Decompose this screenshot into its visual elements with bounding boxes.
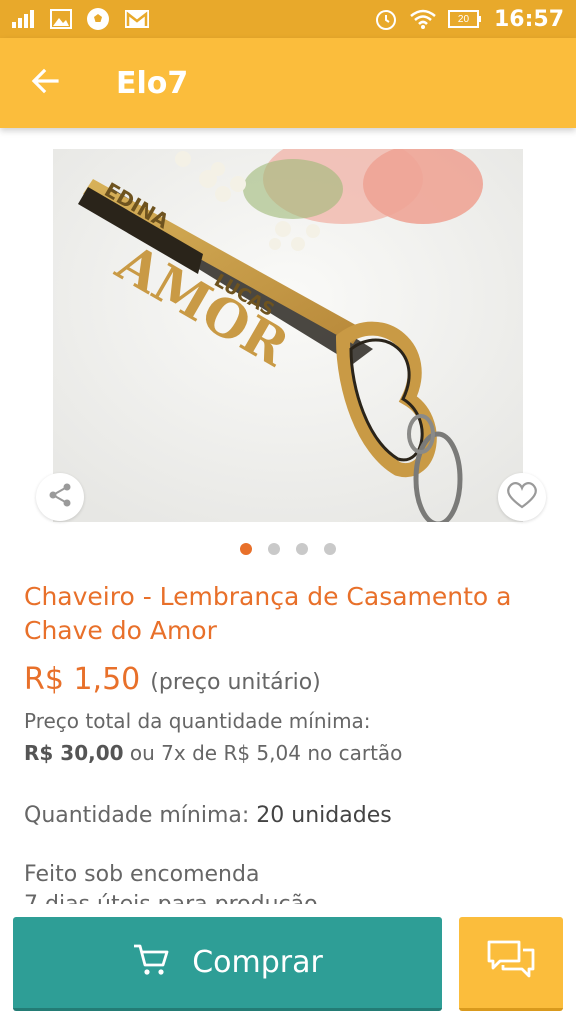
back-button[interactable] bbox=[0, 38, 90, 128]
installments-text: ou 7x de R$ 5,04 no cartão bbox=[129, 741, 403, 765]
carousel-dot-3[interactable] bbox=[296, 543, 308, 555]
product-info: Chaveiro - Lembrança de Casamento a Chav… bbox=[24, 580, 554, 920]
share-button[interactable] bbox=[36, 473, 84, 521]
favorite-button[interactable] bbox=[498, 473, 546, 521]
product-image[interactable]: AMOR EDINA LUCAS bbox=[53, 149, 523, 522]
total-price-label: Preço total da quantidade mínima: bbox=[24, 709, 371, 733]
cart-icon bbox=[132, 943, 170, 982]
battery-icon: 20 bbox=[447, 10, 482, 28]
gmail-icon bbox=[124, 9, 150, 29]
carousel-indicator bbox=[0, 543, 576, 555]
signal-icon bbox=[12, 10, 36, 28]
carousel-dot-2[interactable] bbox=[268, 543, 280, 555]
battery-level: 20 bbox=[457, 13, 470, 25]
chat-icon bbox=[486, 939, 536, 986]
share-icon bbox=[47, 482, 73, 513]
unit-price: R$ 1,50 bbox=[24, 662, 141, 697]
status-bar: 20 16:57 bbox=[0, 0, 576, 38]
status-time: 16:57 bbox=[493, 6, 564, 32]
heart-outline-icon bbox=[506, 481, 538, 514]
product-title: Chaveiro - Lembrança de Casamento a Chav… bbox=[24, 582, 512, 645]
minimum-quantity: Quantidade mínima: 20 unidades bbox=[24, 803, 554, 828]
minimum-quantity-value: 20 unidades bbox=[256, 803, 392, 828]
soccer-ball-icon bbox=[86, 7, 110, 31]
bottom-action-bar: Comprar bbox=[0, 904, 576, 1024]
price-row: R$ 1,50 (preço unitário) bbox=[24, 662, 554, 697]
unit-price-note: (preço unitário) bbox=[150, 670, 321, 695]
chat-button[interactable] bbox=[459, 917, 563, 1011]
app-bar: Elo7 bbox=[0, 38, 576, 128]
arrow-left-icon bbox=[31, 68, 59, 99]
buy-button-label: Comprar bbox=[192, 945, 323, 980]
buy-button[interactable]: Comprar bbox=[13, 917, 442, 1011]
app-title: Elo7 bbox=[116, 65, 189, 101]
total-price: R$ 30,00 bbox=[24, 741, 124, 765]
total-price-row: R$ 30,00 ou 7x de R$ 5,04 no cartão bbox=[24, 741, 554, 765]
carousel-dot-1[interactable] bbox=[240, 543, 252, 555]
image-icon bbox=[50, 9, 72, 29]
carousel-dot-4[interactable] bbox=[324, 543, 336, 555]
wifi-icon bbox=[410, 9, 436, 29]
made-to-order-text: Feito sob encomenda bbox=[24, 862, 260, 887]
minimum-quantity-label: Quantidade mínima: bbox=[24, 803, 250, 828]
alarm-icon bbox=[374, 7, 398, 31]
